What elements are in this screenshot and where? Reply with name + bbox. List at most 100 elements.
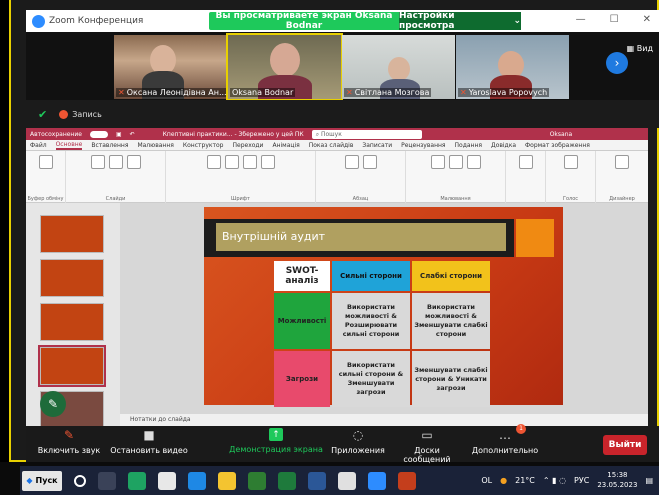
paragraph-group: Абзац — [316, 151, 406, 203]
excel-icon[interactable] — [278, 471, 296, 490]
zoom-titlebar: Zoom Конференция Вы просматриваете экран… — [26, 10, 659, 32]
autosave-toggle[interactable] — [89, 130, 108, 138]
video-strip: ✕ Оксана Леонідівна Ан... Oksana Bodnar ✕… — [26, 32, 659, 101]
doc-title: Кпептивні практики... - Збережено у цей … — [162, 130, 304, 138]
record-bar: ✔ Запись — [26, 100, 659, 128]
zoom-icon[interactable] — [368, 471, 386, 490]
underline-icon[interactable] — [242, 155, 257, 169]
ppt-search[interactable]: ⌕ Пошук — [311, 129, 422, 139]
record-indicator[interactable]: Запись — [59, 109, 102, 119]
shapes-icon[interactable] — [430, 155, 445, 169]
screen: Zoom Конференция Вы просматриваете экран… — [0, 0, 659, 495]
zoom-toolbar: ✎ Включить звук ■ Остановить видео ↑ Демонс… — [26, 424, 659, 464]
unmute-button[interactable]: ✎ Включить звук — [34, 428, 104, 455]
whiteboards-button[interactable]: ▭ Доски сообщений — [392, 428, 462, 464]
notes-pane[interactable]: Нотатки до слайда — [120, 414, 648, 426]
ribbon-tab[interactable]: Основне — [55, 141, 83, 150]
quick-styles-icon[interactable] — [466, 155, 481, 169]
window-controls: — ☐ ✕ — [576, 14, 651, 25]
ribbon: Буфер обміну Слайди Шрифт Абзац Малюванн… — [26, 151, 648, 203]
word-icon[interactable] — [308, 471, 326, 490]
leave-button[interactable]: Выйти — [603, 435, 647, 455]
ppt-titlebar: Автосохранение ▣ ↶ Кпептивні практики...… — [26, 128, 648, 140]
undo-icon[interactable]: ↶ — [130, 131, 135, 138]
participant-tile[interactable]: ✕ Світлана Мозгова — [342, 35, 455, 99]
chrome-icon[interactable] — [158, 471, 176, 490]
ribbon-tab[interactable]: Малювання — [137, 142, 173, 149]
participant-tile[interactable]: ✕ Оксана Леонідівна Ан... — [114, 35, 227, 99]
bold-icon[interactable] — [206, 155, 221, 169]
maximize-icon[interactable]: ☐ — [610, 14, 619, 25]
participant-tile[interactable]: ✕ Yaroslava Popovych — [456, 35, 569, 99]
ribbon-tab[interactable]: Вставлення — [91, 142, 128, 149]
swot-table[interactable]: SWOT-аналіз Сильні сторони Слабкі сторон… — [274, 261, 492, 407]
notifications-icon[interactable]: ▤ — [645, 476, 653, 485]
ribbon-tab[interactable]: Формат зображення — [525, 142, 590, 149]
reuse-slides-icon[interactable] — [108, 155, 123, 169]
find-icon[interactable] — [518, 155, 533, 169]
mic-muted-icon: ✕ — [346, 88, 353, 97]
annotate-pen-icon[interactable]: ✎ — [40, 391, 66, 417]
save-icon[interactable]: ▣ — [116, 131, 122, 138]
participant-name: ✕ Yaroslava Popovych — [458, 88, 550, 97]
close-icon[interactable]: ✕ — [643, 14, 651, 25]
dictate-icon[interactable] — [563, 155, 578, 169]
share-screen-button[interactable]: ↑ Демонстрация экрана — [226, 428, 326, 454]
ribbon-tab[interactable]: Переходи — [232, 142, 263, 149]
autosave-label: Автосохранение — [30, 130, 82, 138]
new-slide-icon[interactable] — [90, 155, 105, 169]
slide-thumbnail-active[interactable]: 11 — [38, 345, 106, 387]
more-button[interactable]: … Дополнительно — [470, 428, 540, 455]
bullets-icon[interactable] — [344, 155, 359, 169]
task-view-icon[interactable] — [98, 471, 116, 490]
slide-canvas[interactable]: Внутрішній аудит SWOT-аналіз Сильні стор… — [204, 207, 563, 407]
slide-thumbnail[interactable]: 8 — [40, 215, 104, 253]
weather-icon[interactable]: ● — [500, 476, 507, 485]
shared-powerpoint: Автосохранение ▣ ↶ Кпептивні практики...… — [26, 128, 648, 429]
align-icon[interactable] — [362, 155, 377, 169]
view-options-button[interactable]: Настройки просмотра ⌄ — [399, 11, 521, 31]
arrange-icon[interactable] — [448, 155, 463, 169]
ribbon-tab[interactable]: Анімація — [272, 142, 299, 149]
strengths-header: Сильні сторони — [332, 261, 410, 291]
more-dots-icon: … — [499, 428, 511, 442]
ribbon-tab[interactable]: Довідка — [491, 142, 516, 149]
ribbon-tab[interactable]: Файл — [30, 142, 47, 149]
designer-group: Дизайнер — [596, 151, 648, 203]
swot-header: SWOT-аналіз — [274, 261, 330, 291]
layout-icon[interactable] — [126, 155, 141, 169]
app-icon[interactable] — [128, 471, 146, 490]
search-icon[interactable] — [74, 474, 86, 487]
ribbon-tab[interactable]: Показ слайдів — [309, 142, 354, 149]
slide-thumbnail[interactable]: 9 — [40, 259, 104, 297]
font-color-icon[interactable] — [260, 155, 275, 169]
view-button[interactable]: ▦ Вид — [627, 44, 653, 53]
stop-video-button[interactable]: ■ Остановить видео — [110, 428, 188, 455]
slide-title[interactable]: Внутрішній аудит — [216, 223, 506, 251]
edge-icon[interactable] — [188, 471, 206, 490]
ppt-user[interactable]: Oksana — [550, 131, 572, 138]
apps-button[interactable]: ◌ Приложения — [328, 428, 388, 455]
weather-temp[interactable]: 21°C — [515, 476, 535, 485]
clock[interactable]: 15:38 23.05.2023 — [597, 470, 637, 490]
paste-icon[interactable] — [38, 155, 53, 169]
tray-icons[interactable]: ⌃ ▮ ◌ — [543, 476, 566, 485]
designer-icon[interactable] — [615, 155, 629, 169]
minimize-icon[interactable]: — — [576, 14, 586, 25]
powerpoint-icon[interactable] — [398, 471, 416, 490]
next-participants-arrow-icon[interactable]: › — [606, 52, 628, 74]
language-indicator[interactable]: РУС — [574, 476, 589, 485]
slide-thumbnail[interactable]: 10 — [40, 303, 104, 341]
app-icon[interactable] — [248, 471, 266, 490]
ribbon-tab[interactable]: Рецензування — [401, 142, 445, 149]
italic-icon[interactable] — [224, 155, 239, 169]
ribbon-tab[interactable]: Записати — [362, 142, 392, 149]
ribbon-tab[interactable]: Подання — [455, 142, 482, 149]
participant-tile-active[interactable]: Oksana Bodnar — [226, 33, 343, 101]
folder-icon[interactable] — [218, 471, 236, 490]
slide-title-box: Внутрішній аудит — [204, 219, 514, 257]
security-shield-icon[interactable]: ✔ — [38, 108, 47, 121]
ribbon-tab[interactable]: Конструктор — [183, 142, 224, 149]
app-icon[interactable] — [338, 471, 356, 490]
start-button[interactable]: ◆ Пуск — [22, 470, 62, 491]
